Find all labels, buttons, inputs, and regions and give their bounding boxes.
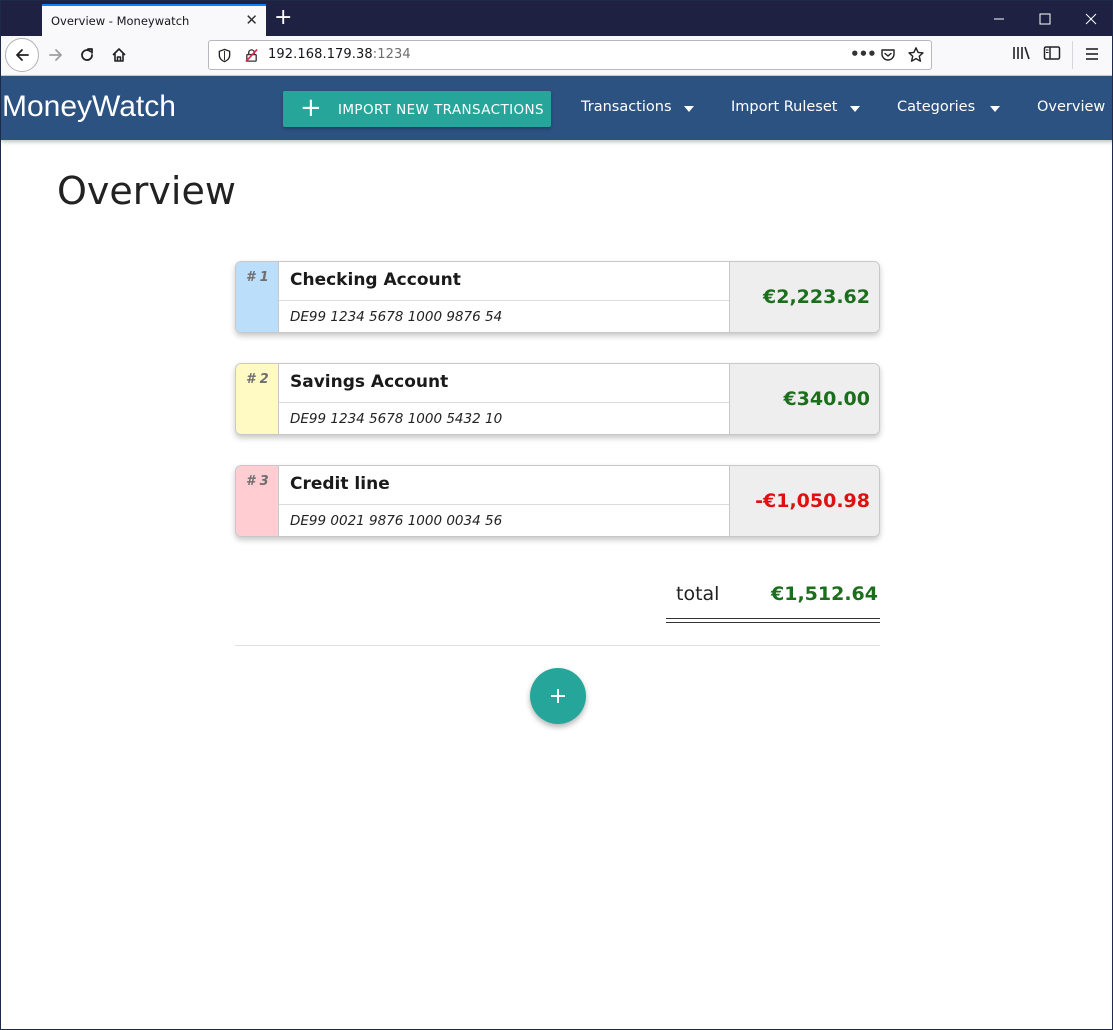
account-number-tag: # 3: [236, 466, 279, 536]
account-number: # 3: [246, 474, 269, 489]
account-balance-box: €340.00: [729, 364, 879, 434]
transactions-caret-icon[interactable]: [684, 106, 694, 112]
total-label: total: [676, 583, 720, 605]
account-number: # 2: [246, 372, 269, 387]
forward-button[interactable]: [41, 40, 71, 70]
app-header: MoneyWatch + IMPORT NEW TRANSACTIONS Tra…: [1, 76, 1112, 140]
account-card[interactable]: # 2 Savings Account DE99 1234 5678 1000 …: [235, 363, 880, 435]
nav-overview[interactable]: Overview: [1037, 99, 1105, 115]
page-actions-icon[interactable]: •••: [850, 45, 877, 63]
reload-icon: [81, 48, 93, 61]
page-title: Overview: [57, 169, 236, 213]
url-bar[interactable]: 192.168.179.38:1234 •••: [208, 40, 932, 70]
back-button[interactable]: [5, 38, 39, 72]
reload-button[interactable]: [72, 40, 102, 70]
tab-strip: Overview - Moneywatch ✕ +: [1, 1, 1112, 36]
url-text[interactable]: 192.168.179.38:1234: [268, 47, 411, 62]
tracking-shield-icon[interactable]: [217, 48, 232, 63]
nav-categories[interactable]: Categories: [897, 99, 975, 115]
url-host: 192.168.179.38: [268, 47, 373, 62]
nav-transactions[interactable]: Transactions: [581, 99, 672, 115]
account-balance: -€1,050.98: [755, 490, 870, 512]
account-iban: DE99 0021 9876 1000 0034 56: [290, 513, 503, 529]
url-port: :1234: [372, 47, 411, 62]
plus-icon: [551, 689, 565, 703]
account-name: Savings Account: [290, 372, 449, 392]
import-transactions-button[interactable]: + IMPORT NEW TRANSACTIONS: [283, 91, 551, 127]
home-icon: [112, 48, 126, 62]
section-divider: [235, 645, 880, 646]
browser-tab[interactable]: Overview - Moneywatch ✕: [42, 4, 266, 36]
tab-close-icon[interactable]: ✕: [245, 11, 258, 29]
nav-import-ruleset[interactable]: Import Ruleset: [731, 99, 837, 115]
account-balance: €340.00: [783, 388, 870, 410]
new-tab-icon[interactable]: +: [274, 6, 292, 30]
account-iban: DE99 1234 5678 1000 5432 10: [290, 411, 503, 427]
account-iban: DE99 1234 5678 1000 9876 54: [290, 309, 503, 325]
total-double-underline: [666, 618, 880, 623]
account-number: # 1: [246, 270, 269, 285]
maximize-icon[interactable]: [1035, 9, 1055, 29]
add-account-button[interactable]: [530, 668, 586, 724]
account-balance-box: -€1,050.98: [729, 466, 879, 536]
account-card[interactable]: # 3 Credit line DE99 0021 9876 1000 0034…: [235, 465, 880, 537]
browser-window: Overview - Moneywatch ✕ + 192.168.179.38…: [0, 0, 1113, 1030]
import-ruleset-caret-icon[interactable]: [850, 106, 860, 112]
card-divider: [279, 300, 729, 301]
minimize-icon[interactable]: [989, 9, 1009, 29]
card-divider: [279, 504, 729, 505]
account-balance: €2,223.62: [763, 286, 870, 308]
categories-caret-icon[interactable]: [990, 106, 1000, 112]
import-button-label: IMPORT NEW TRANSACTIONS: [338, 102, 544, 118]
plus-icon: +: [300, 93, 322, 123]
account-name: Credit line: [290, 474, 390, 494]
home-button[interactable]: [104, 40, 134, 70]
pocket-icon[interactable]: [880, 47, 896, 63]
account-card[interactable]: # 1 Checking Account DE99 1234 5678 1000…: [235, 261, 880, 333]
toolbar-separator: [1072, 41, 1073, 69]
account-balance-box: €2,223.62: [729, 262, 879, 332]
account-number-tag: # 1: [236, 262, 279, 332]
brand-logo[interactable]: MoneyWatch: [2, 90, 176, 124]
library-icon[interactable]: [1011, 44, 1031, 62]
hamburger-menu-icon[interactable]: [1084, 46, 1100, 62]
forward-arrow-icon: [49, 49, 62, 61]
total-value: €1,512.64: [771, 583, 878, 605]
bookmark-star-icon[interactable]: [907, 46, 925, 64]
tab-title: Overview - Moneywatch: [51, 14, 190, 28]
card-divider: [279, 402, 729, 403]
insecure-lock-icon[interactable]: [244, 48, 259, 63]
window-close-icon[interactable]: [1081, 9, 1101, 29]
sidebar-icon[interactable]: [1043, 45, 1061, 61]
account-number-tag: # 2: [236, 364, 279, 434]
back-arrow-icon: [16, 49, 29, 61]
browser-toolbar: 192.168.179.38:1234 •••: [1, 36, 1112, 76]
account-name: Checking Account: [290, 270, 461, 290]
